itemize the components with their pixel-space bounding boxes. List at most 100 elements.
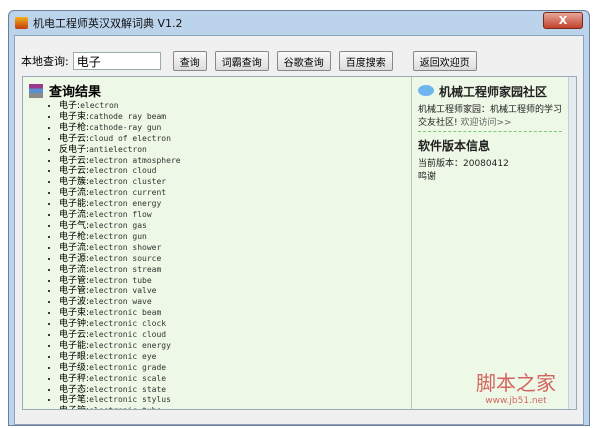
scrollbar[interactable] bbox=[568, 77, 576, 409]
result-item[interactable]: 电子级:electronic grade bbox=[59, 363, 411, 374]
result-en: cathode ray beam bbox=[89, 111, 167, 121]
result-item[interactable]: 电子管:electron tube bbox=[59, 276, 411, 287]
result-item[interactable]: 电子流:electron stream bbox=[59, 265, 411, 276]
result-zh: 电子能 bbox=[59, 199, 87, 210]
result-item[interactable]: 电子眼:electronic eye bbox=[59, 352, 411, 363]
result-en: electronic cloud bbox=[89, 330, 167, 340]
result-en: electronic grade bbox=[89, 362, 167, 372]
result-zh: 电子笔 bbox=[59, 395, 87, 406]
result-item[interactable]: 电子云:electron atmosphere bbox=[59, 156, 411, 167]
result-en: electron wave bbox=[89, 297, 152, 307]
result-en: electron stream bbox=[89, 264, 162, 274]
result-item[interactable]: 电子流:electron current bbox=[59, 188, 411, 199]
query-button[interactable]: 查询 bbox=[172, 51, 207, 71]
result-en: electron shower bbox=[89, 242, 162, 252]
watermark-text: 脚本之家 bbox=[476, 371, 556, 395]
result-item[interactable]: 电子簇:electron cluster bbox=[59, 177, 411, 188]
result-en: electronic stylus bbox=[89, 395, 171, 405]
result-item[interactable]: 电子枪:electron gun bbox=[59, 232, 411, 243]
result-zh: 电子级 bbox=[59, 362, 87, 373]
result-en: electronic beam bbox=[89, 308, 162, 318]
result-zh: 电子管 bbox=[59, 275, 87, 286]
result-item[interactable]: 电子秤:electronic scale bbox=[59, 374, 411, 385]
results-panel: 查询结果 电子:electron电子束:cathode ray beam电子枪:… bbox=[23, 77, 412, 409]
result-zh: 电子枪 bbox=[59, 122, 87, 133]
result-item[interactable]: 电子源:electron source bbox=[59, 254, 411, 265]
iciba-query-button[interactable]: 词霸查询 bbox=[214, 51, 269, 71]
community-link[interactable]: 欢迎访问>> bbox=[460, 118, 511, 128]
results-list: 电子:electron电子束:cathode ray beam电子枪:catho… bbox=[59, 101, 411, 409]
close-button[interactable]: X bbox=[543, 12, 583, 29]
app-window: 机电工程师英汉双解词典 V1.2 X 本地查询: 查询 词霸查询 谷歌查询 百度… bbox=[8, 10, 590, 426]
result-item[interactable]: 电子态:electronic state bbox=[59, 385, 411, 396]
google-query-button[interactable]: 谷歌查询 bbox=[276, 51, 331, 71]
result-en: electronic scale bbox=[89, 373, 167, 383]
result-item[interactable]: 电子:electron bbox=[59, 101, 411, 112]
result-en: electron flow bbox=[89, 210, 152, 220]
result-zh: 电子管 bbox=[59, 286, 87, 297]
result-item[interactable]: 电子枪:cathode-ray gun bbox=[59, 123, 411, 134]
result-en: electron atmosphere bbox=[89, 155, 181, 165]
result-zh: 电子簇 bbox=[59, 177, 87, 188]
result-zh: 电子秤 bbox=[59, 373, 87, 384]
result-item[interactable]: 电子束:electronic beam bbox=[59, 308, 411, 319]
result-zh: 电子束 bbox=[59, 308, 87, 319]
back-home-button[interactable]: 返回欢迎页 bbox=[412, 51, 477, 71]
search-label: 本地查询: bbox=[21, 55, 69, 68]
result-en: electronic eye bbox=[89, 351, 157, 361]
result-en: electron valve bbox=[89, 286, 157, 296]
watermark-url: www.jb51.net bbox=[485, 396, 547, 406]
search-input[interactable] bbox=[72, 52, 161, 70]
result-item[interactable]: 电子束:cathode ray beam bbox=[59, 112, 411, 123]
result-zh: 电子钟 bbox=[59, 319, 87, 330]
info-panel: 机械工程师家园社区 机械工程师家园：机械工程师的学习交友社区! 欢迎访问>> 软… bbox=[412, 77, 568, 409]
result-item[interactable]: 电子钟:electronic clock bbox=[59, 319, 411, 330]
result-item[interactable]: 电子云:cloud of electron bbox=[59, 134, 411, 145]
result-item[interactable]: 电子流:electron flow bbox=[59, 210, 411, 221]
result-zh: 电子能 bbox=[59, 340, 87, 351]
result-zh: 电子束 bbox=[59, 111, 87, 122]
result-item[interactable]: 电子笔:electronic stylus bbox=[59, 395, 411, 406]
result-en: electronic state bbox=[89, 384, 167, 394]
result-en: cloud of electron bbox=[89, 133, 171, 143]
result-zh: 电子云 bbox=[59, 155, 87, 166]
watermark: 脚本之家 www.jb51.net bbox=[476, 367, 556, 406]
result-item[interactable]: 电子气:electron gas bbox=[59, 221, 411, 232]
result-item[interactable]: 电子能:electronic energy bbox=[59, 341, 411, 352]
result-zh: 电子气 bbox=[59, 220, 87, 231]
result-item[interactable]: 电子管:electron valve bbox=[59, 286, 411, 297]
result-en: electron tube bbox=[89, 275, 152, 285]
divider bbox=[418, 131, 562, 132]
community-title: 机械工程师家园社区 bbox=[439, 85, 548, 99]
result-en: electron cluster bbox=[89, 177, 167, 187]
result-zh: 电子流 bbox=[59, 242, 87, 253]
content-pane: 查询结果 电子:electron电子束:cathode ray beam电子枪:… bbox=[22, 76, 577, 410]
result-item[interactable]: 电子波:electron wave bbox=[59, 297, 411, 308]
result-zh: 电子源 bbox=[59, 253, 87, 264]
result-zh: 电子云 bbox=[59, 166, 87, 177]
baidu-search-button[interactable]: 百度搜索 bbox=[338, 51, 393, 71]
results-title: 查询结果 bbox=[49, 85, 102, 100]
result-zh: 电子态 bbox=[59, 384, 87, 395]
result-item[interactable]: 反电子:antielectron bbox=[59, 145, 411, 156]
result-zh: 电子枪 bbox=[59, 231, 87, 242]
result-item[interactable]: 电子能:electron energy bbox=[59, 199, 411, 210]
result-item[interactable]: 电子云:electronic cloud bbox=[59, 330, 411, 341]
result-item[interactable]: 电子云:electron cloud bbox=[59, 166, 411, 177]
result-zh: 电子眼 bbox=[59, 351, 87, 362]
result-en: electronic clock bbox=[89, 319, 167, 329]
result-zh: 电子流 bbox=[59, 188, 87, 199]
app-icon bbox=[15, 17, 28, 29]
result-item[interactable]: 电子流:electron shower bbox=[59, 243, 411, 254]
result-zh: 电子云 bbox=[59, 330, 87, 341]
version-title: 软件版本信息 bbox=[418, 139, 491, 153]
result-zh: 反电子 bbox=[59, 144, 87, 155]
result-item[interactable]: 电子管:electronic tube bbox=[59, 406, 411, 409]
result-en: electron energy bbox=[89, 199, 162, 209]
result-zh: 电子波 bbox=[59, 297, 87, 308]
result-zh: 电子流 bbox=[59, 264, 87, 275]
result-zh: 电子流 bbox=[59, 210, 87, 221]
title-bar: 机电工程师英汉双解词典 V1.2 X bbox=[9, 11, 589, 35]
result-zh: 电子 bbox=[59, 101, 78, 111]
result-en: electronic tube bbox=[89, 406, 161, 409]
